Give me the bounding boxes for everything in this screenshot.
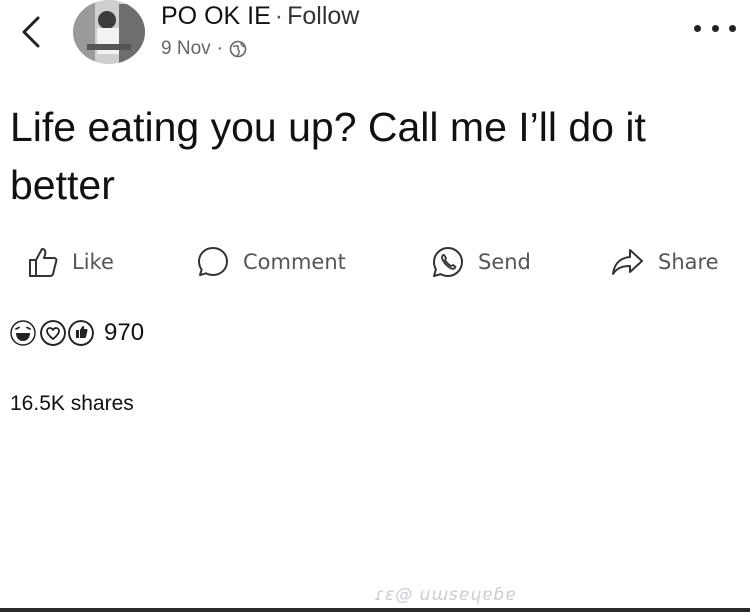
post-meta: 9 Nov ·	[161, 38, 247, 60]
send-button[interactable]: Send	[430, 240, 531, 284]
action-bar: Like Comment Send Share	[0, 240, 750, 284]
avatar-image	[73, 0, 145, 64]
reactions-summary[interactable]: 970	[10, 318, 144, 348]
like-reaction-icon	[68, 320, 94, 346]
follow-button[interactable]: Follow	[287, 2, 359, 30]
reaction-icons	[10, 318, 100, 348]
post-text: Life eating you up? Call me I’ll do it b…	[10, 104, 646, 208]
whatsapp-send-icon	[433, 247, 463, 277]
comment-icon	[198, 247, 228, 276]
share-label: Share	[658, 250, 719, 274]
more-horizontal-icon	[729, 24, 736, 32]
comment-button[interactable]: Comment	[195, 240, 346, 284]
meta-separator-dot: ·	[216, 38, 223, 59]
reaction-count: 970	[104, 319, 145, 346]
share-button[interactable]: Share	[610, 240, 719, 284]
back-button[interactable]	[18, 12, 46, 52]
svg-text:ɾɛ@ uɯsɐɥɐɓɐ: ɾɛ@ uɯsɐɥɐɓɐ	[375, 585, 517, 605]
watermark-logo: ɾɛ@ uɯsɐɥɐɓɐ	[375, 582, 565, 611]
like-button[interactable]: Like	[26, 240, 114, 284]
author-line: PO OK IE · Follow	[161, 2, 359, 31]
watermark-image: ɾɛ@ uɯsɐɥɐɓɐ	[375, 585, 517, 605]
more-horizontal-icon	[711, 24, 719, 32]
comment-label: Comment	[243, 250, 346, 274]
more-horizontal-icon	[694, 24, 701, 32]
shares-count[interactable]: 16.5K shares	[10, 392, 134, 416]
avatar[interactable]	[73, 0, 145, 64]
chevron-left-icon	[22, 16, 40, 48]
thumbs-up-icon	[29, 248, 58, 277]
author-name[interactable]: PO OK IE	[161, 2, 271, 30]
more-options-button[interactable]	[694, 18, 736, 38]
haha-reaction-icon	[10, 320, 36, 346]
love-reaction-icon	[40, 320, 66, 346]
share-arrow-icon	[612, 249, 643, 275]
separator-dot: ·	[274, 2, 284, 30]
post-date[interactable]: 9 Nov	[161, 38, 211, 60]
send-label: Send	[478, 250, 531, 274]
like-label: Like	[72, 250, 114, 274]
bottom-edge-bar	[0, 608, 750, 612]
globe-icon	[229, 40, 247, 58]
post-header: PO OK IE · Follow 9 Nov ·	[0, 0, 750, 80]
